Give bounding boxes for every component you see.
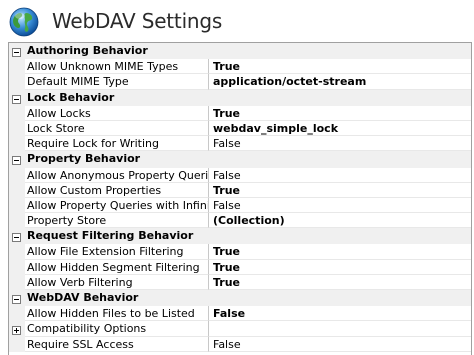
property-row-allow-file-extension-filtering[interactable]: Allow File Extension Filtering True — [9, 244, 471, 260]
property-name[interactable]: Property Store — [25, 213, 209, 229]
property-row-allow-hidden-segment-filtering[interactable]: Allow Hidden Segment Filtering True — [9, 259, 471, 275]
category-label: Authoring Behavior — [27, 44, 148, 57]
property-row-require-lock-for-writing[interactable]: Require Lock for Writing False — [9, 136, 471, 152]
property-row-property-store[interactable]: Property Store (Collection) — [9, 213, 471, 229]
property-row-allow-hidden-files-to-be-listed[interactable]: Allow Hidden Files to be Listed False — [9, 306, 471, 322]
row-gutter — [9, 182, 25, 198]
property-value[interactable] — [209, 321, 471, 337]
property-value[interactable]: webdav_simple_lock — [209, 121, 471, 137]
property-value[interactable]: False — [209, 306, 471, 322]
property-value[interactable]: False — [209, 168, 471, 183]
property-value[interactable]: True — [209, 106, 471, 121]
property-row-allow-locks[interactable]: Allow Locks True — [9, 105, 471, 121]
category-label: Lock Behavior — [27, 90, 115, 104]
property-row-compatibility-options[interactable]: Compatibility Options — [9, 321, 471, 339]
settings-header: WebDAV Settings — [0, 0, 474, 44]
property-name[interactable]: Default MIME Type — [25, 74, 209, 90]
row-gutter — [9, 259, 25, 275]
category-row-webdav-behavior[interactable]: WebDAV Behavior — [9, 290, 471, 307]
property-row-allow-custom-properties[interactable]: Allow Custom Properties True — [9, 182, 471, 198]
property-value[interactable]: False — [209, 337, 471, 352]
property-name[interactable]: Allow Anonymous Property Queries — [25, 167, 209, 183]
property-name[interactable]: Lock Store — [25, 120, 209, 137]
row-gutter — [9, 244, 25, 260]
property-name[interactable]: Require SSL Access — [25, 336, 209, 352]
property-grid[interactable]: Authoring Behavior Allow Unknown MIME Typ… — [8, 42, 472, 355]
category-row-lock-behavior[interactable]: Lock Behavior — [9, 89, 471, 106]
property-row-allow-verb-filtering[interactable]: Allow Verb Filtering True — [9, 274, 471, 290]
property-value[interactable]: True — [209, 183, 471, 198]
property-name[interactable]: Allow Hidden Files to be Listed — [25, 306, 209, 322]
property-value[interactable]: application/octet-stream — [209, 74, 471, 90]
property-name[interactable]: Allow Unknown MIME Types — [25, 59, 209, 75]
row-gutter — [9, 120, 25, 137]
property-name[interactable]: Allow Property Queries with Infinite Dep… — [25, 197, 209, 214]
category-row-request-filtering-behavior[interactable]: Request Filtering Behavior — [9, 228, 471, 245]
property-row-allow-property-queries-with-infinite-depth[interactable]: Allow Property Queries with Infinite Dep… — [9, 197, 471, 214]
category-label: Property Behavior — [27, 152, 141, 166]
property-value[interactable]: True — [209, 244, 471, 260]
row-gutter — [9, 306, 25, 322]
property-value[interactable]: True — [209, 275, 471, 290]
property-name[interactable]: Compatibility Options — [25, 321, 209, 337]
row-gutter — [9, 213, 25, 229]
globe-icon — [9, 7, 39, 37]
property-name[interactable]: Allow Custom Properties — [25, 182, 209, 198]
property-row-lock-store[interactable]: Lock Store webdav_simple_lock — [9, 120, 471, 137]
property-name[interactable]: Allow Locks — [25, 105, 209, 121]
property-name[interactable]: Require Lock for Writing — [25, 136, 209, 152]
plus-toggle-icon[interactable] — [12, 324, 21, 339]
row-gutter — [9, 197, 25, 214]
property-value[interactable]: (Collection) — [209, 213, 471, 229]
property-value[interactable]: False — [209, 136, 471, 152]
row-gutter — [9, 136, 25, 152]
category-label: Request Filtering Behavior — [27, 229, 194, 243]
row-gutter — [9, 59, 25, 75]
property-name[interactable]: Allow Hidden Segment Filtering — [25, 259, 209, 275]
property-value[interactable]: True — [209, 260, 471, 275]
property-row-require-ssl-access[interactable]: Require SSL Access False — [9, 336, 471, 352]
row-gutter — [9, 74, 25, 90]
page-title: WebDAV Settings — [52, 9, 223, 33]
row-gutter — [9, 274, 25, 290]
category-row-property-behavior[interactable]: Property Behavior — [9, 151, 471, 168]
category-label: WebDAV Behavior — [27, 291, 139, 304]
property-value[interactable]: False — [209, 198, 471, 214]
row-gutter — [9, 105, 25, 121]
property-name[interactable]: Allow File Extension Filtering — [25, 244, 209, 260]
category-row-authoring-behavior[interactable]: Authoring Behavior — [9, 43, 471, 60]
row-gutter — [9, 167, 25, 183]
property-name[interactable]: Allow Verb Filtering — [25, 274, 209, 290]
property-row-allow-unknown-mime-types[interactable]: Allow Unknown MIME Types True — [9, 59, 471, 75]
property-row-default-mime-type[interactable]: Default MIME Type application/octet-strea… — [9, 74, 471, 90]
property-value[interactable]: True — [209, 59, 471, 75]
property-row-allow-anonymous-property-queries[interactable]: Allow Anonymous Property Queries False — [9, 167, 471, 183]
